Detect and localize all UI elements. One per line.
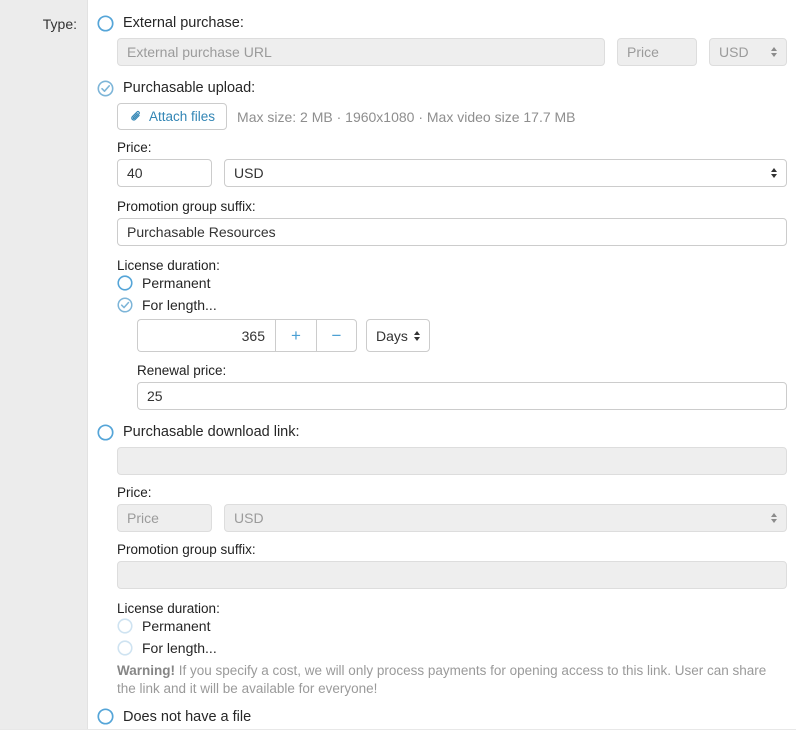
radio-unchecked-icon bbox=[97, 708, 114, 725]
external-currency-value: USD bbox=[719, 44, 749, 60]
type-label: Type: bbox=[0, 0, 87, 32]
download-url-input[interactable] bbox=[117, 447, 787, 475]
select-arrows-icon bbox=[414, 331, 420, 341]
external-price-input[interactable] bbox=[617, 38, 697, 66]
radio-download-permanent[interactable]: Permanent bbox=[117, 618, 787, 634]
download-price-row: USD bbox=[117, 504, 787, 532]
radio-external-purchase[interactable]: External purchase: bbox=[97, 13, 787, 33]
radio-disabled-icon bbox=[117, 618, 133, 634]
radio-unchecked-icon bbox=[97, 15, 114, 32]
download-permanent-label: Permanent bbox=[142, 618, 210, 634]
download-currency-select[interactable]: USD bbox=[224, 504, 787, 532]
form-label-column: Type: bbox=[0, 0, 88, 729]
no-file-label: Does not have a file bbox=[123, 707, 251, 727]
radio-unchecked-icon bbox=[97, 424, 114, 441]
purchase-type-form: Type: External purchase: USD Purchasable… bbox=[0, 0, 796, 730]
upload-price-label: Price: bbox=[117, 140, 787, 155]
upload-for-length-label: For length... bbox=[142, 297, 217, 313]
radio-purchasable-download-link[interactable]: Purchasable download link: bbox=[97, 422, 787, 442]
radio-download-for-length[interactable]: For length... bbox=[117, 640, 787, 656]
attach-row: Attach files Max size: 2 MB · 1960x1080 … bbox=[117, 103, 787, 130]
attach-files-label: Attach files bbox=[149, 109, 215, 124]
radio-disabled-icon bbox=[117, 640, 133, 656]
select-arrows-icon bbox=[771, 168, 777, 178]
radio-upload-permanent[interactable]: Permanent bbox=[117, 275, 787, 291]
external-currency-select[interactable]: USD bbox=[709, 38, 787, 66]
download-price-input[interactable] bbox=[117, 504, 212, 532]
select-arrows-icon bbox=[771, 513, 777, 523]
warning-bold: Warning! bbox=[117, 663, 175, 678]
upload-promo-label: Promotion group suffix: bbox=[117, 199, 787, 214]
external-url-input[interactable] bbox=[117, 38, 605, 66]
radio-purchasable-upload[interactable]: Purchasable upload: bbox=[97, 78, 787, 98]
radio-checked-icon bbox=[97, 80, 114, 97]
length-increment-button[interactable]: + bbox=[275, 319, 316, 352]
upload-currency-value: USD bbox=[234, 165, 264, 181]
download-promo-input[interactable] bbox=[117, 561, 787, 589]
external-purchase-fields: USD bbox=[117, 38, 787, 66]
attach-size-hint: Max size: 2 MB · 1960x1080 · Max video s… bbox=[237, 109, 575, 125]
radio-upload-for-length[interactable]: For length... bbox=[117, 297, 787, 313]
length-unit-select[interactable]: Days bbox=[366, 319, 430, 352]
renewal-price-input[interactable] bbox=[137, 382, 787, 410]
download-for-length-label: For length... bbox=[142, 640, 217, 656]
paperclip-icon bbox=[129, 110, 143, 124]
download-license-label: License duration: bbox=[117, 601, 787, 616]
renewal-price-label: Renewal price: bbox=[137, 363, 787, 378]
download-promo-label: Promotion group suffix: bbox=[117, 542, 787, 557]
length-input-group: + − bbox=[137, 319, 357, 352]
upload-currency-select[interactable]: USD bbox=[224, 159, 787, 187]
form-content: External purchase: USD Purchasable uploa… bbox=[89, 0, 796, 730]
radio-checked-icon bbox=[117, 297, 133, 313]
warning-body: If you specify a cost, we will only proc… bbox=[117, 663, 766, 696]
upload-price-input[interactable] bbox=[117, 159, 212, 187]
purchasable-download-link-label: Purchasable download link: bbox=[123, 422, 300, 442]
attach-files-button[interactable]: Attach files bbox=[117, 103, 227, 130]
select-arrows-icon bbox=[771, 47, 777, 57]
upload-price-row: USD bbox=[117, 159, 787, 187]
external-purchase-label: External purchase: bbox=[123, 13, 244, 33]
upload-promo-input[interactable] bbox=[117, 218, 787, 246]
length-value-input[interactable] bbox=[137, 319, 275, 352]
upload-license-label: License duration: bbox=[117, 258, 787, 273]
download-currency-value: USD bbox=[234, 510, 264, 526]
download-warning-text: Warning! If you specify a cost, we will … bbox=[117, 662, 787, 698]
radio-unchecked-icon bbox=[117, 275, 133, 291]
download-price-label: Price: bbox=[117, 485, 787, 500]
purchasable-upload-label: Purchasable upload: bbox=[123, 78, 255, 98]
radio-no-file[interactable]: Does not have a file bbox=[97, 707, 787, 727]
upload-permanent-label: Permanent bbox=[142, 275, 210, 291]
length-row: + − Days bbox=[137, 319, 787, 352]
length-decrement-button[interactable]: − bbox=[316, 319, 357, 352]
length-unit-value: Days bbox=[376, 328, 408, 344]
